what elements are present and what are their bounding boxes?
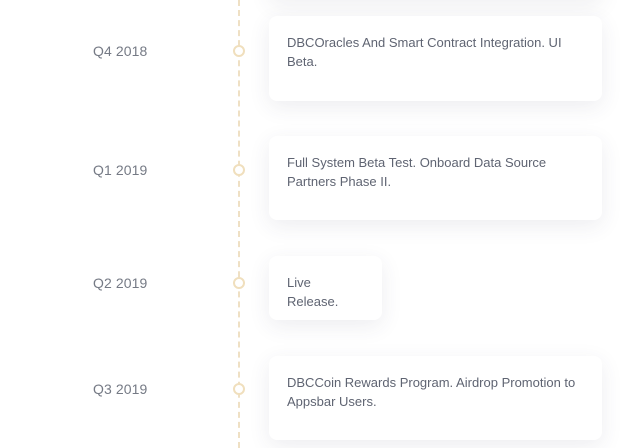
timeline-line xyxy=(238,0,240,448)
timeline-dot-icon xyxy=(233,277,245,289)
timeline-period: Q1 2019 xyxy=(93,162,148,178)
roadmap-timeline: Q4 2018 DBCOracles And Smart Contract In… xyxy=(0,0,631,448)
timeline-card: DBCCoin Rewards Program. Airdrop Promoti… xyxy=(269,356,602,440)
timeline-card-text: Live Release. xyxy=(287,275,339,309)
timeline-dot-icon xyxy=(233,45,245,57)
timeline-period: Q4 2018 xyxy=(93,43,148,59)
timeline-card-text: DBCCoin Rewards Program. Airdrop Promoti… xyxy=(287,375,576,409)
timeline-dot-icon xyxy=(233,383,245,395)
timeline-card: Live Release. xyxy=(269,256,382,320)
timeline-card: Full System Beta Test. Onboard Data Sour… xyxy=(269,136,602,220)
timeline-card-text: DBCOracles And Smart Contract Integratio… xyxy=(287,35,562,69)
timeline-period: Q2 2019 xyxy=(93,275,148,291)
timeline-card: DBCOracles And Smart Contract Integratio… xyxy=(269,16,602,101)
timeline-dot-icon xyxy=(233,164,245,176)
timeline-card-text: Full System Beta Test. Onboard Data Sour… xyxy=(287,155,547,189)
timeline-period: Q3 2019 xyxy=(93,381,148,397)
